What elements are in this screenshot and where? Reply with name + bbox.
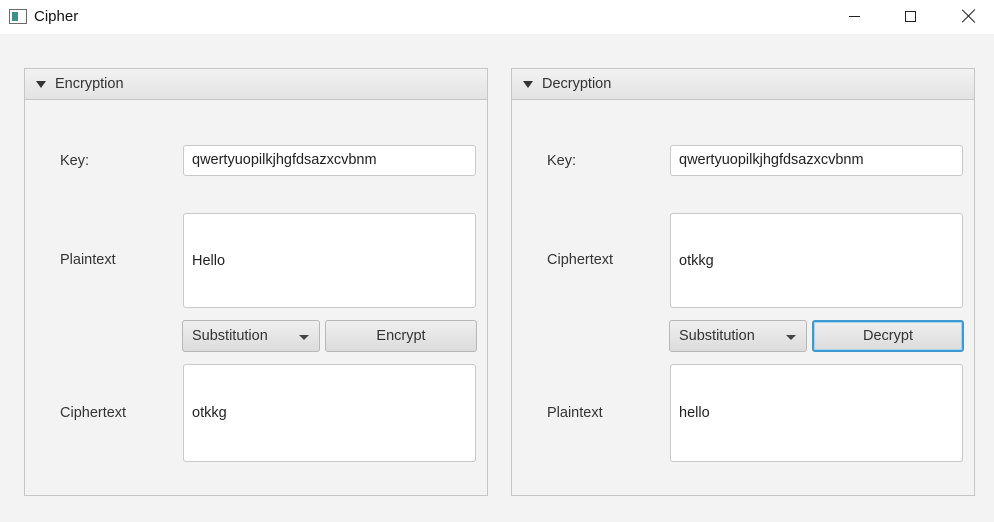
title-bar: Cipher (0, 0, 994, 34)
encryption-plaintext-area[interactable]: Hello (183, 213, 476, 308)
decryption-ciphertext-value: otkkg (679, 252, 714, 269)
decryption-panel-header[interactable]: Decryption (512, 69, 974, 100)
decryption-plaintext-label: Plaintext (547, 405, 603, 421)
maximize-button[interactable] (887, 0, 933, 32)
encryption-panel: Encryption Key: qwertyuopilkjhgfdsazxcvb… (24, 68, 488, 496)
decryption-method-value: Substitution (679, 328, 755, 344)
chevron-down-icon (786, 335, 796, 340)
encryption-panel-title: Encryption (55, 76, 124, 92)
minimize-icon (848, 15, 860, 17)
decryption-key-label: Key: (547, 153, 577, 169)
encryption-plaintext-value: Hello (192, 252, 226, 269)
encryption-plaintext-label: Plaintext (60, 252, 116, 268)
close-icon (962, 9, 976, 23)
encryption-key-label: Key: (60, 153, 90, 169)
encryption-ciphertext-area[interactable]: otkkg (183, 364, 476, 462)
decryption-panel: Decryption Key: qwertyuopilkjhgfdsazxcvb… (511, 68, 975, 496)
encryption-panel-header[interactable]: Encryption (25, 69, 487, 100)
encryption-method-value: Substitution (192, 328, 268, 344)
window-title: Cipher (34, 8, 79, 25)
minimize-button[interactable] (831, 0, 877, 32)
decryption-ciphertext-area[interactable]: otkkg (670, 213, 963, 308)
encryption-method-select[interactable]: Substitution (182, 320, 320, 352)
decryption-key-input[interactable]: qwertyuopilkjhgfdsazxcvbnm (670, 145, 963, 176)
decryption-plaintext-area[interactable]: hello (670, 364, 963, 462)
collapse-triangle-icon (523, 81, 533, 88)
decryption-ciphertext-label: Ciphertext (547, 252, 614, 268)
collapse-triangle-icon (36, 81, 46, 88)
decrypt-button[interactable]: Decrypt (812, 320, 964, 352)
maximize-icon (904, 10, 916, 22)
encrypt-button[interactable]: Encrypt (325, 320, 477, 352)
decryption-plaintext-value: hello (679, 405, 710, 421)
encryption-key-input[interactable]: qwertyuopilkjhgfdsazxcvbnm (183, 145, 476, 176)
encryption-ciphertext-label: Ciphertext (60, 405, 127, 421)
close-button[interactable] (946, 0, 992, 32)
decryption-panel-title: Decryption (542, 76, 612, 92)
encryption-ciphertext-value: otkkg (192, 405, 227, 421)
chevron-down-icon (299, 335, 309, 340)
app-icon (9, 9, 27, 24)
decryption-method-select[interactable]: Substitution (669, 320, 807, 352)
